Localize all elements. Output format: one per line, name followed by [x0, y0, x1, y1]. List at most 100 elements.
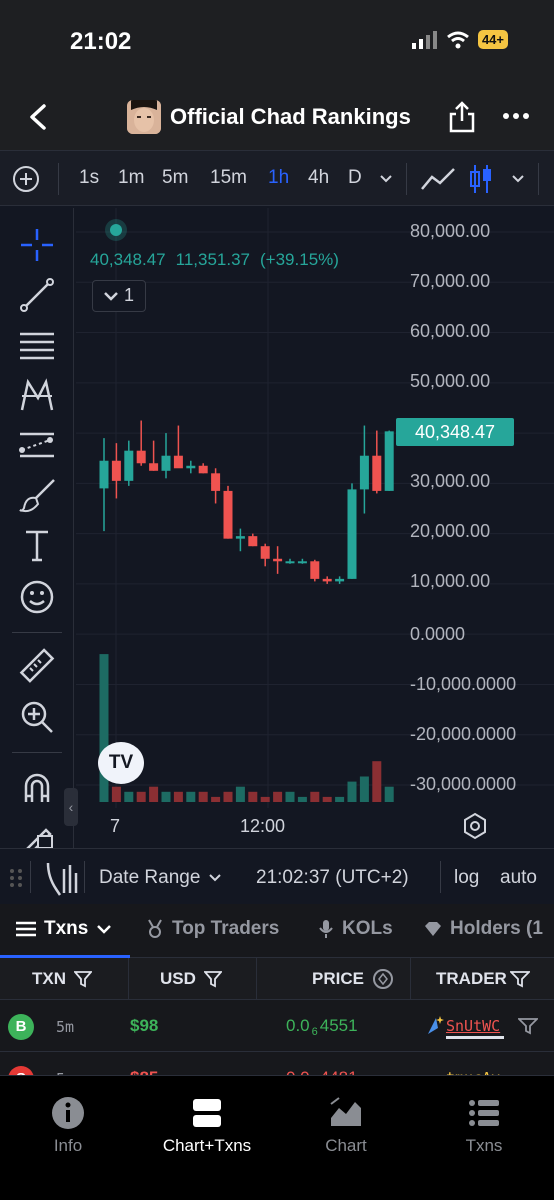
- magnet-icon[interactable]: [18, 768, 56, 806]
- split-view-icon: [193, 1099, 221, 1127]
- back-arrow-icon[interactable]: [24, 102, 52, 132]
- column-header-usd: USD: [160, 969, 196, 988]
- more-options-icon[interactable]: [500, 104, 532, 128]
- tab-label: Txns: [44, 918, 89, 939]
- chart-clock: 21:02:37 (UTC+2): [256, 867, 409, 888]
- nav-chart-txns[interactable]: Chart+Txns: [147, 1096, 267, 1156]
- interval-1h[interactable]: 1h: [268, 167, 289, 189]
- signal-icon: [411, 30, 437, 49]
- chevron-down-icon[interactable]: [208, 873, 222, 883]
- medal-icon: [148, 919, 162, 938]
- bottom-tabs: Txns Top Traders KOLs Holders (1: [0, 904, 554, 958]
- chevron-down-icon: [97, 925, 112, 934]
- emoji-icon[interactable]: [18, 578, 56, 616]
- tab-label: Holders (1: [450, 918, 543, 939]
- candle-body: [124, 450, 134, 481]
- tab-txns[interactable]: Txns: [16, 918, 112, 940]
- candle-body: [111, 460, 121, 481]
- chevron-down-icon[interactable]: [378, 173, 394, 185]
- volume-bar: [310, 791, 320, 802]
- nav-txns[interactable]: Txns: [424, 1096, 544, 1156]
- candle-body: [372, 455, 382, 491]
- filter-icon[interactable]: [510, 970, 530, 988]
- volume-bar: [372, 761, 382, 802]
- list-icon: [469, 1100, 499, 1126]
- candle-body: [273, 558, 283, 562]
- tab-top-traders[interactable]: Top Traders: [146, 918, 279, 940]
- chevron-down-icon[interactable]: [510, 173, 526, 185]
- txn-price: 0.0 6 4551: [286, 1016, 358, 1039]
- candle-body: [211, 473, 221, 491]
- candle-body: [198, 465, 208, 474]
- volume-bar: [223, 791, 233, 802]
- y-tick-label: -30,000.0000: [410, 774, 517, 794]
- tradingview-logo[interactable]: TV: [98, 742, 144, 784]
- brush-icon[interactable]: [18, 476, 56, 514]
- volume-bar: [273, 791, 283, 802]
- share-icon[interactable]: [448, 100, 476, 134]
- y-tick-label: 30,000.00: [410, 471, 491, 491]
- interval-1m[interactable]: 1m: [118, 167, 144, 189]
- interval-4h[interactable]: 4h: [308, 167, 329, 189]
- nav-chart[interactable]: Chart: [286, 1096, 406, 1156]
- price-toggle-icon[interactable]: [372, 968, 394, 990]
- zoom-in-icon[interactable]: [18, 698, 56, 736]
- filter-icon[interactable]: [204, 970, 222, 988]
- tab-holders[interactable]: Holders (1: [424, 918, 543, 940]
- chart-settings-icon[interactable]: [462, 812, 488, 840]
- y-tick-label: -10,000.0000: [410, 674, 517, 694]
- ohlc-price: 40,348.47: [90, 250, 166, 269]
- trader-address[interactable]: SnUtWC: [446, 1017, 500, 1035]
- trend-line-icon[interactable]: [18, 276, 56, 314]
- table-row[interactable]: B 5m $98 0.0 6 4551 SnUtWC: [0, 1000, 554, 1052]
- interval-d[interactable]: D: [348, 167, 362, 189]
- text-tool-icon[interactable]: [18, 526, 56, 564]
- nav-label: Info: [53, 1136, 83, 1155]
- volume-bar: [211, 796, 221, 802]
- nav-label: Txns: [465, 1136, 503, 1155]
- interval-1s[interactable]: 1s: [79, 167, 99, 189]
- crosshair-icon[interactable]: [18, 226, 56, 264]
- series-toggle[interactable]: 1: [92, 280, 146, 312]
- x-tick-label: 12:00: [240, 816, 286, 836]
- tab-label: Top Traders: [172, 918, 280, 939]
- add-indicator-icon[interactable]: [12, 165, 40, 193]
- log-scale-toggle[interactable]: log: [454, 867, 479, 889]
- volume-bar: [322, 796, 332, 802]
- auto-scale-toggle[interactable]: auto: [500, 867, 537, 889]
- candle-body: [223, 490, 233, 539]
- status-bar: 21:02 44+: [0, 0, 554, 84]
- drag-handle-icon[interactable]: [8, 867, 24, 889]
- date-range-button[interactable]: Date Range: [99, 867, 200, 889]
- tab-kols[interactable]: KOLs: [318, 918, 393, 940]
- candles-chart-type-icon[interactable]: [468, 163, 494, 195]
- txn-age: 5m: [56, 1018, 75, 1036]
- nav-info[interactable]: Info: [8, 1096, 128, 1156]
- volume-bar: [335, 796, 345, 802]
- ruler-icon[interactable]: [18, 648, 56, 686]
- volume-bar: [359, 776, 369, 802]
- last-price-tag: 40,348.47: [396, 418, 514, 446]
- tab-label: KOLs: [342, 918, 393, 939]
- interval-5m[interactable]: 5m: [162, 167, 188, 189]
- y-tick-label: 70,000.00: [410, 271, 491, 291]
- trader-address[interactable]: tmucAv: [446, 1069, 500, 1075]
- column-header-price: PRICE: [312, 969, 364, 988]
- forecast-icon[interactable]: [18, 426, 56, 464]
- filter-icon[interactable]: [518, 1017, 538, 1035]
- candle-body: [248, 536, 258, 547]
- candle-body: [347, 489, 357, 579]
- candle-body: [186, 465, 196, 469]
- interval-15m[interactable]: 15m: [210, 167, 247, 189]
- x-tick-label: 7: [110, 816, 121, 836]
- table-row[interactable]: S 5m $85 0.064481 tmucAv: [0, 1052, 554, 1076]
- candle-body: [99, 460, 109, 489]
- filter-icon[interactable]: [74, 970, 92, 988]
- replay-icon[interactable]: [42, 859, 80, 897]
- pattern-icon[interactable]: [18, 376, 56, 414]
- trader-underline: [446, 1036, 504, 1039]
- line-chart-type-icon[interactable]: [420, 165, 456, 193]
- fib-retracement-icon[interactable]: [18, 326, 56, 364]
- volume-bar: [173, 791, 183, 802]
- token-avatar: [127, 100, 161, 134]
